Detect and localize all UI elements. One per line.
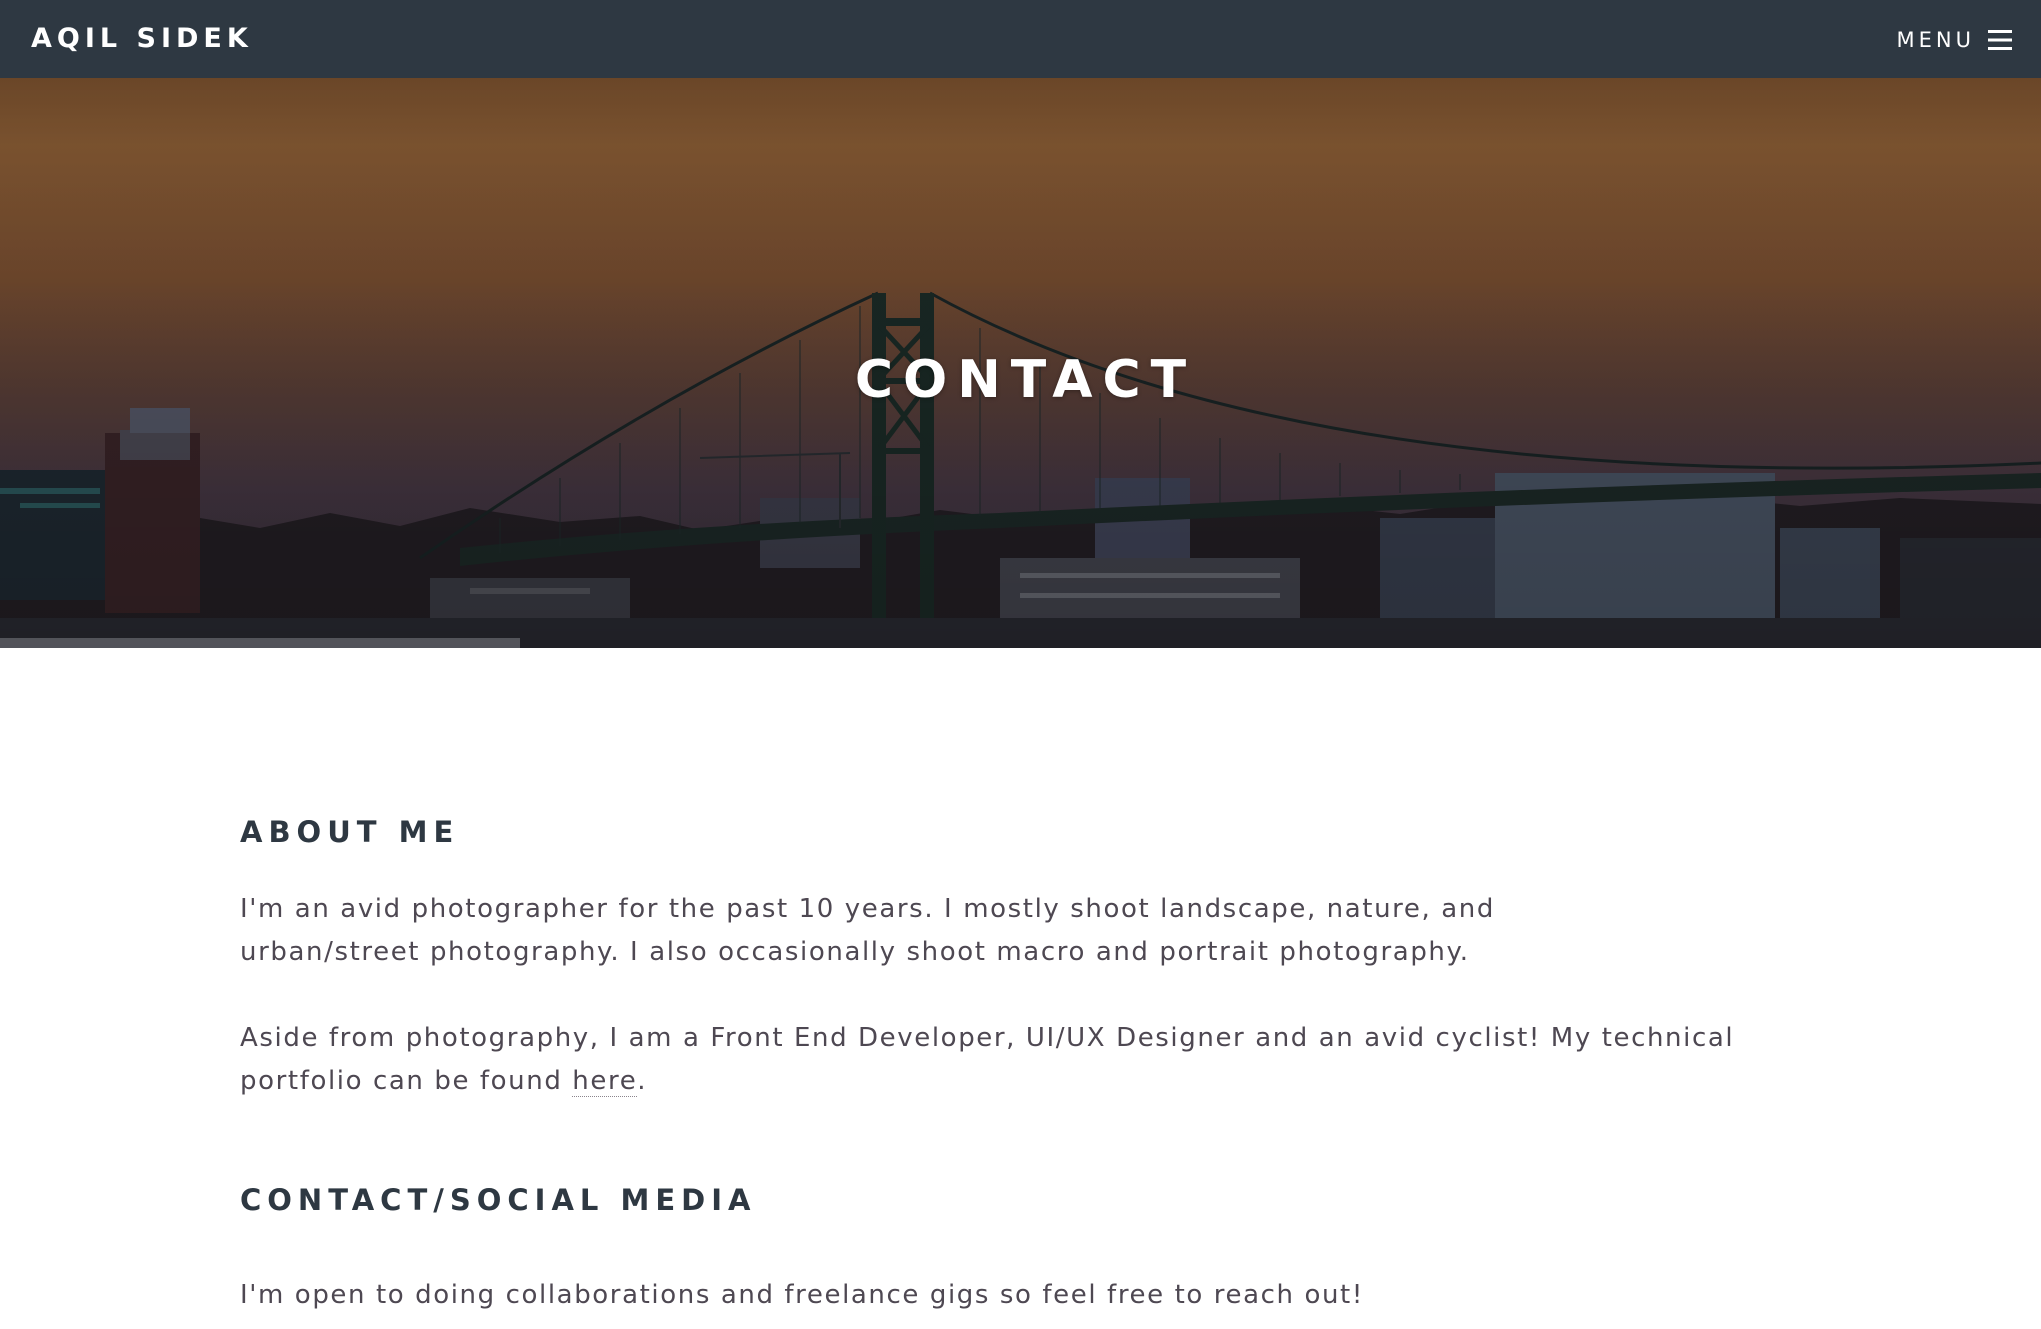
menu-label: MENU xyxy=(1896,28,1975,52)
page-title: CONTACT xyxy=(854,350,1197,410)
hero-banner: CONTACT xyxy=(0,78,2041,648)
portfolio-text: Aside from photography, I am a Front End… xyxy=(240,1023,1735,1096)
portfolio-link[interactable]: here xyxy=(572,1066,638,1097)
contact-heading: CONTACT/SOCIAL MEDIA xyxy=(240,1183,757,1217)
menu-toggle-button[interactable]: MENU xyxy=(1897,25,2013,55)
hamburger-menu-icon xyxy=(1988,30,2012,50)
about-portfolio-paragraph: Aside from photography, I am a Front End… xyxy=(240,1017,1840,1103)
site-brand-logo[interactable]: AQIL SIDEK xyxy=(31,22,253,56)
portfolio-text-end: . xyxy=(637,1066,648,1096)
about-paragraph: I'm an avid photographer for the past 10… xyxy=(240,894,1495,967)
top-navigation-bar: AQIL SIDEK MENU xyxy=(0,0,2041,78)
contact-paragraph: I'm open to doing collaborations and fre… xyxy=(240,1280,1364,1310)
about-heading: ABOUT ME xyxy=(240,815,460,849)
